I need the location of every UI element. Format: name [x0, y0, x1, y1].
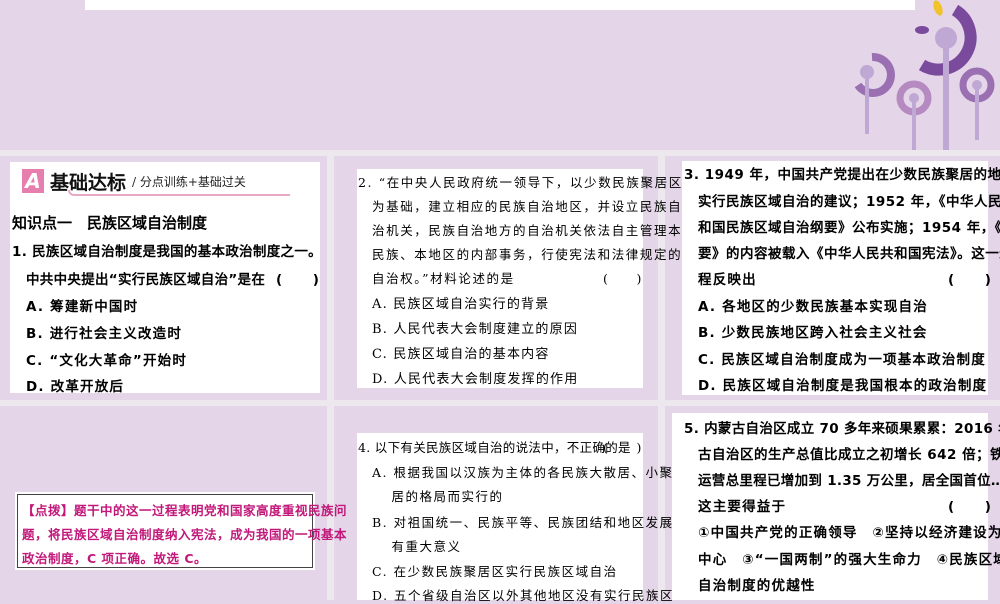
q2-stem: 2. “在中央人民政府统一领导下，以少数民族聚居区 — [358, 175, 683, 190]
knowledge-point-title: 知识点一 民族区域自治制度 — [12, 214, 208, 232]
q3-option-d[interactable]: D. 民族区域自治制度是我国根本的政治制度 — [698, 374, 987, 394]
q2-stem: 为基础，建立相应的民族自治地区，并设立民族自 — [372, 199, 683, 214]
q2-option-c[interactable]: C. 民族区域自治的基本内容 — [372, 343, 550, 362]
q4-stem: 4. 以下有关民族区域自治的说法中，不正确的是 — [358, 440, 631, 455]
q2-stem: 治机关，民族自治地方的自治机关依法自主管理本 — [372, 223, 683, 238]
grid-divider — [658, 150, 665, 600]
flower-decoration — [854, 0, 995, 150]
answer-blank: ( ) — [603, 271, 643, 286]
q4-option-a[interactable]: A. 根据我国以汉族为主体的各民族大散居、小聚 — [372, 462, 673, 481]
q3-option-b[interactable]: B. 少数民族地区跨入社会主义社会 — [698, 321, 928, 341]
q1-stem: 1. 民族区域自治制度是我国的基本政治制度之一。 — [12, 244, 322, 260]
flower-icon — [854, 0, 995, 150]
header-underline — [68, 190, 290, 196]
answer-blank: ( ) — [603, 440, 643, 455]
hint-line: 题，将民族区域自治制度纳入宪法，成为我国的一项基本 — [22, 527, 348, 542]
grid-divider — [0, 150, 1000, 156]
q3-option-a[interactable]: A. 各地区的少数民族基本实现自治 — [698, 295, 928, 315]
top-banner — [85, 0, 915, 10]
q5-stem: 这主要得益于 — [698, 499, 787, 515]
q4-option-a-cont: 居的格局而实行的 — [372, 489, 504, 504]
q1-option-b[interactable]: B. 进行社会主义改造时 — [26, 322, 182, 342]
q2-option-d[interactable]: D. 人民代表大会制度发挥的作用 — [372, 368, 578, 387]
q2-stem: 民族、本地区的内部事务，行使宪法和法律规定的 — [372, 247, 683, 262]
hint-box: 【点拨】题干中的这一过程表明党和国家高度重视民族问 题，将民族区域自治制度纳入宪… — [15, 492, 348, 570]
answer-blank: ( ) — [948, 272, 993, 288]
q3-stem: 和国民族区域自治纲要》公布实施；1954 年，《纲 — [698, 220, 1000, 236]
q4-option-c[interactable]: C. 在少数民族聚居区实行民族区域自治 — [372, 561, 618, 580]
q1-option-a[interactable]: A. 筹建新中国时 — [26, 295, 138, 315]
q4-option-b[interactable]: B. 对祖国统一、民族平等、民族团结和地区发展具 — [372, 512, 688, 531]
section-subtitle: / 分点训练+基础过关 — [132, 174, 246, 189]
q2-option-a[interactable]: A. 民族区域自治实行的背景 — [372, 293, 549, 312]
q5-stem: 5. 内蒙古自治区成立 70 多年来硕果累累：2016 年内蒙 — [684, 421, 1000, 437]
q5-stem: 运营总里程已增加到 1.35 万公里，居全国首位…… — [698, 473, 1000, 489]
answer-blank: ( ) — [276, 272, 321, 288]
q4-option-d[interactable]: D. 五个省级自治区以外其他地区没有实行民族区 — [372, 585, 674, 604]
hint-line: 政治制度，C 项正确。故选 C。 — [22, 551, 208, 566]
q2-option-b[interactable]: B. 人民代表大会制度建立的原因 — [372, 318, 578, 337]
q5-option-line: 自治制度的优越性 — [698, 578, 816, 594]
q3-stem: 要》的内容被载入《中华人民共和国宪法》。这一过 — [698, 246, 1000, 262]
q5-option-line: ①中国共产党的正确领导 ②坚持以经济建设为 — [698, 525, 1000, 541]
section-badge: A — [22, 169, 44, 193]
answer-blank: ( ) — [948, 499, 993, 515]
grid-divider — [0, 400, 1000, 406]
q3-stem: 实行民族区域自治的建议；1952 年，《中华人民共 — [698, 194, 1000, 210]
q1-option-c[interactable]: C. “文化大革命”开始时 — [26, 349, 187, 369]
q4-option-b-cont: 有重大意义 — [372, 539, 462, 554]
q1-stem: 中共中央提出“实行民族区域自治”是在 — [26, 272, 266, 288]
q3-option-c[interactable]: C. 民族区域自治制度成为一项基本政治制度 — [698, 348, 986, 368]
q3-stem: 程反映出 — [698, 272, 757, 288]
q3-stem: 3. 1949 年，中国共产党提出在少数民族聚居的地区， — [684, 167, 1000, 183]
hint-line: 【点拨】题干中的这一过程表明党和国家高度重视民族问 — [22, 503, 348, 518]
q1-option-d[interactable]: D. 改革开放后 — [26, 375, 124, 395]
q2-stem: 自治权。”材料论述的是 — [372, 271, 515, 286]
q5-stem: 古自治区的生产总值比成立之初增长 642 倍；铁路 — [698, 447, 1000, 463]
q5-option-line: 中心 ③“一国两制”的强大生命力 ④民族区域 — [698, 552, 1000, 568]
